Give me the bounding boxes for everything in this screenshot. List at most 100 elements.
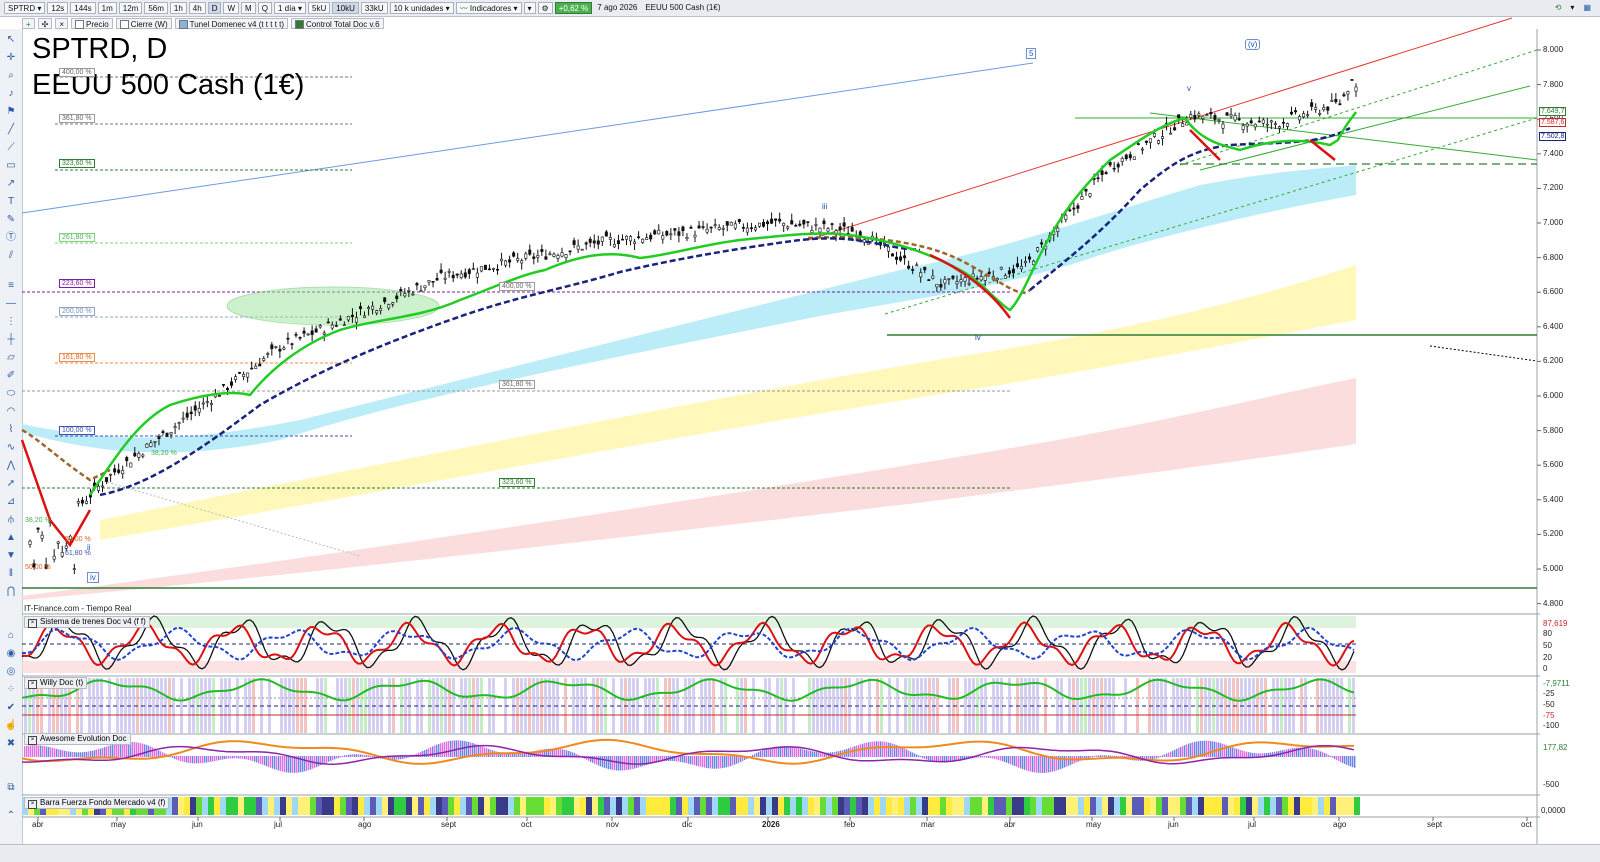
awesome-bar: [262, 756, 264, 765]
candle-body: [762, 221, 766, 227]
awesome-bar: [1174, 749, 1176, 757]
wave-label-v-circle[interactable]: (v): [1245, 39, 1261, 50]
awesome-bar: [50, 747, 52, 757]
panel-title-barra[interactable]: × Barra Fuerza Fondo Mercado v4 (f): [24, 797, 170, 809]
fib-label[interactable]: 223,60 %: [59, 279, 95, 288]
awesome-bar: [1308, 748, 1310, 757]
close-icon[interactable]: ×: [28, 680, 37, 689]
barra-block: [1144, 797, 1150, 815]
wave-label-iv-box[interactable]: iv: [87, 572, 99, 583]
wave-label-5[interactable]: 5: [1026, 48, 1037, 59]
awesome-bar: [242, 756, 244, 759]
awesome-bar: [884, 741, 886, 757]
candle-body: [145, 443, 149, 448]
awesome-bar: [1164, 754, 1166, 757]
panel-title-trenes[interactable]: × Sistema de trenes Doc v4 (f f): [24, 616, 150, 628]
awesome-bar: [1338, 756, 1340, 762]
price-box-ma: 7.502,8: [1539, 132, 1567, 141]
awesome-bar: [1354, 756, 1356, 768]
awesome-bar: [178, 756, 180, 761]
candle-body: [367, 307, 371, 310]
candle-body: [798, 223, 802, 226]
barra-block: [520, 797, 526, 815]
candle-body: [1205, 114, 1209, 117]
fib-label[interactable]: 323,60 %: [59, 159, 95, 168]
fib-label[interactable]: 323,60 %: [499, 478, 535, 487]
candle-body: [725, 221, 729, 226]
barra-block: [586, 797, 592, 815]
awesome-bar: [364, 754, 366, 757]
fib-label[interactable]: 400,00 %: [59, 68, 95, 77]
awesome-bar: [82, 752, 84, 757]
fib-label: 38,20 %: [25, 517, 51, 524]
awesome-bar: [926, 756, 928, 760]
barra-block: [466, 797, 472, 815]
fib-label[interactable]: 261,80 %: [59, 233, 95, 242]
awesome-bar: [284, 756, 286, 773]
barra-block: [1324, 797, 1330, 815]
awesome-bar: [28, 745, 30, 757]
awesome-bar: [998, 756, 1000, 760]
awesome-bar: [158, 750, 160, 757]
candle-body: [1028, 256, 1032, 260]
awesome-bar: [722, 756, 724, 769]
awesome-bar: [512, 753, 514, 757]
awesome-bar: [718, 756, 720, 769]
awesome-bar: [766, 748, 768, 757]
candle-body: [117, 469, 121, 473]
awesome-bar: [982, 756, 984, 758]
candle-body: [403, 293, 407, 297]
candle-body: [685, 236, 689, 239]
barra-block: [1300, 797, 1306, 815]
panel-title-awesome[interactable]: × Awesome Evolution Doc: [24, 733, 131, 745]
candle-body: [84, 500, 88, 504]
candle-body: [1225, 112, 1229, 116]
price-chart[interactable]: [0, 0, 1600, 861]
month-label: jul: [1248, 820, 1257, 829]
month-label: may: [1086, 820, 1102, 829]
fib-label[interactable]: 200,00 %: [59, 307, 95, 316]
awesome-bar: [804, 749, 806, 757]
close-icon[interactable]: ×: [28, 736, 37, 745]
fib-label[interactable]: 361,80 %: [59, 114, 95, 123]
awesome-bar: [306, 756, 308, 771]
awesome-bar: [358, 754, 360, 757]
barra-block: [1306, 797, 1312, 815]
close-icon[interactable]: ×: [28, 619, 37, 628]
fib-label[interactable]: 400,00 %: [499, 282, 535, 291]
fib-label[interactable]: 161,80 %: [59, 353, 95, 362]
candle-body: [1064, 214, 1068, 220]
wave-label-ii: ii: [87, 543, 91, 552]
candle-body: [294, 334, 298, 336]
bottom-scrollbar[interactable]: [0, 844, 1600, 862]
awesome-bar: [698, 756, 700, 767]
price-axis-label: 5.000: [1543, 564, 1564, 573]
chart-title: SPTRD, D EEUU 500 Cash (1€): [32, 31, 304, 103]
candle-body: [1322, 107, 1326, 110]
awesome-bar: [430, 747, 432, 757]
fib-label[interactable]: 361,80 %: [499, 380, 535, 389]
candle-body: [774, 218, 778, 221]
awesome-bar: [282, 756, 284, 772]
close-icon[interactable]: ×: [28, 800, 37, 809]
awesome-bar: [918, 755, 920, 757]
willy-bar: [1104, 678, 1107, 733]
candle-body: [850, 227, 854, 232]
awesome-bar: [344, 755, 346, 757]
barra-block: [1246, 797, 1252, 815]
awesome-bar: [348, 754, 350, 757]
awesome-bar: [232, 756, 234, 759]
candle-body: [1290, 111, 1294, 115]
candle-body: [1326, 106, 1330, 111]
awesome-bar: [1094, 755, 1096, 757]
candle-body: [1161, 136, 1165, 139]
panel-title-willy[interactable]: × Willy Doc (t): [24, 677, 88, 689]
barra-block: [352, 797, 358, 815]
candle-body: [895, 256, 899, 260]
awesome-bar: [762, 750, 764, 757]
candle-body: [1003, 275, 1007, 279]
fib-label[interactable]: 100,00 %: [59, 426, 95, 435]
awesome-bar: [342, 755, 344, 757]
candle-body: [238, 372, 242, 374]
candle-body: [915, 264, 919, 267]
